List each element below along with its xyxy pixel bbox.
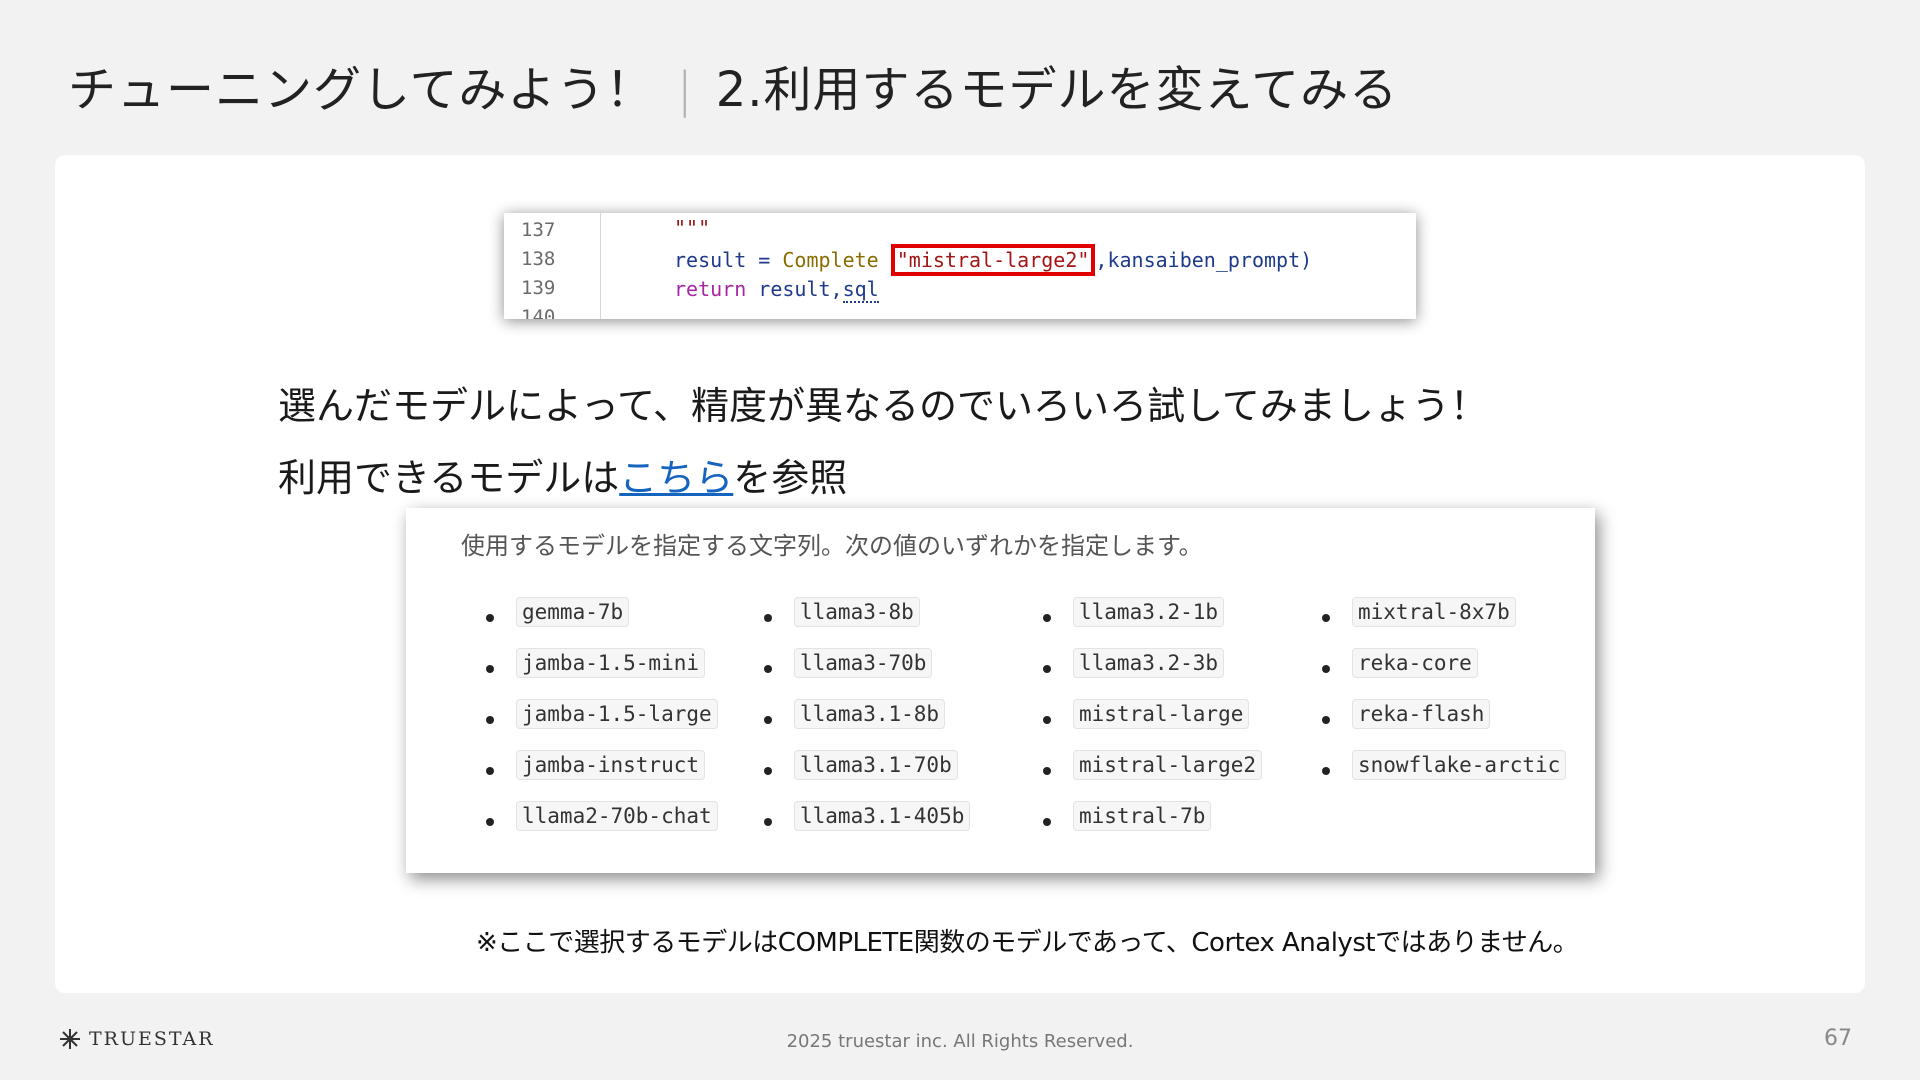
line-number: 137 bbox=[521, 219, 556, 241]
list-item: mistral-large bbox=[1043, 699, 1262, 753]
model-list-description: 使用するモデルを指定する文字列。次の値のいずれかを指定します。 bbox=[461, 532, 1203, 560]
list-item: reka-flash bbox=[1322, 699, 1566, 753]
footnote: ※ここで選択するモデルはCOMPLETE関数のモデルであって、Cortex An… bbox=[476, 928, 1579, 958]
list-item: llama3.1-8b bbox=[764, 699, 970, 753]
title-sub: 2.利用するモデルを変えてみる bbox=[715, 62, 1399, 118]
list-item: llama3.1-70b bbox=[764, 750, 970, 804]
code-sql-var: sql bbox=[842, 277, 879, 303]
model-name: mistral-7b bbox=[1073, 801, 1212, 831]
model-name: mixtral-8x7b bbox=[1352, 597, 1516, 627]
model-name: mistral-large bbox=[1073, 699, 1250, 729]
model-name: llama3.2-1b bbox=[1073, 597, 1225, 627]
slide-title: チューニングしてみよう！ | 2.利用するモデルを変えてみる bbox=[68, 50, 1398, 120]
page-number: 67 bbox=[1824, 1026, 1852, 1051]
list-item: llama3.1-405b bbox=[764, 801, 971, 855]
code-assign: result = bbox=[674, 248, 783, 272]
model-name: reka-core bbox=[1352, 648, 1478, 678]
code-line: """ bbox=[674, 216, 710, 240]
model-name: mistral-large2 bbox=[1073, 750, 1263, 780]
model-name: reka-flash bbox=[1352, 699, 1491, 729]
model-name: snowflake-arctic bbox=[1352, 750, 1567, 780]
model-name: jamba-1.5-mini bbox=[516, 648, 706, 678]
code-return-values: result, bbox=[746, 277, 843, 301]
list-item: gemma-7b bbox=[486, 597, 718, 651]
list-item: snowflake-arctic bbox=[1322, 750, 1567, 804]
model-name: llama3.1-405b bbox=[794, 801, 971, 831]
list-item: llama3-70b bbox=[764, 648, 970, 702]
code-args: ,kansaiben_prompt) bbox=[1095, 248, 1313, 272]
model-name: llama3-70b bbox=[794, 648, 933, 678]
model-name: gemma-7b bbox=[516, 597, 630, 627]
body-line-2: 利用できるモデルはこちらを参照 bbox=[278, 447, 847, 502]
models-link[interactable]: こちら bbox=[619, 456, 733, 500]
model-name: jamba-instruct bbox=[516, 750, 706, 780]
list-item: jamba-1.5-large bbox=[486, 699, 718, 753]
list-item: mixtral-8x7b bbox=[1322, 597, 1566, 651]
line-number: 138 bbox=[521, 248, 556, 270]
model-name: llama2-70b-chat bbox=[516, 801, 718, 831]
line2-prefix: 利用できるモデルは bbox=[278, 456, 620, 500]
title-main: チューニングしてみよう！ bbox=[68, 62, 655, 118]
list-item: llama2-70b-chat bbox=[486, 801, 718, 855]
list-item: jamba-1.5-mini bbox=[486, 648, 718, 702]
code-snippet: 137 138 139 140 """ result = Complete "m… bbox=[504, 213, 1416, 319]
model-column: llama3.2-1b llama3.2-3b mistral-large mi… bbox=[1043, 597, 1263, 855]
line-number: 139 bbox=[521, 277, 556, 299]
docstring-quotes: """ bbox=[674, 216, 711, 240]
model-name: llama3-8b bbox=[794, 597, 920, 627]
list-item: llama3.2-1b bbox=[1043, 597, 1262, 651]
model-name: llama3.1-70b bbox=[794, 750, 958, 780]
model-column: llama3-8b llama3-70b llama3.1-8b llama3.… bbox=[764, 597, 971, 855]
code-function: Complete bbox=[782, 248, 879, 272]
list-item: mistral-7b bbox=[1043, 801, 1262, 855]
list-item: llama3.2-3b bbox=[1043, 648, 1262, 702]
list-item: mistral-large2 bbox=[1043, 750, 1263, 804]
code-line: result = Complete "mistral-large2" ,kansa… bbox=[674, 244, 1313, 276]
list-item: reka-core bbox=[1322, 648, 1566, 702]
code-line: return result,sql bbox=[674, 277, 879, 303]
model-name: llama3.2-3b bbox=[1073, 648, 1225, 678]
highlighted-model-arg: "mistral-large2" bbox=[890, 244, 1096, 276]
code-keyword: return bbox=[674, 277, 747, 301]
model-column: mixtral-8x7b reka-core reka-flash snowfl… bbox=[1322, 597, 1567, 804]
list-item: llama3-8b bbox=[764, 597, 970, 651]
title-separator: | bbox=[676, 62, 694, 118]
model-column: gemma-7b jamba-1.5-mini jamba-1.5-large … bbox=[486, 597, 718, 855]
body-line-1: 選んだモデルによって、精度が異なるのでいろいろ試してみましょう！ bbox=[278, 384, 1488, 428]
model-list-panel: 使用するモデルを指定する文字列。次の値のいずれかを指定します。 gemma-7b… bbox=[406, 508, 1595, 873]
model-name: jamba-1.5-large bbox=[516, 699, 718, 729]
line2-suffix: を参照 bbox=[733, 456, 848, 500]
copyright: 2025 truestar inc. All Rights Reserved. bbox=[786, 1031, 1134, 1052]
model-name: llama3.1-8b bbox=[794, 699, 946, 729]
list-item: jamba-instruct bbox=[486, 750, 718, 804]
line-number: 140 bbox=[521, 306, 556, 319]
